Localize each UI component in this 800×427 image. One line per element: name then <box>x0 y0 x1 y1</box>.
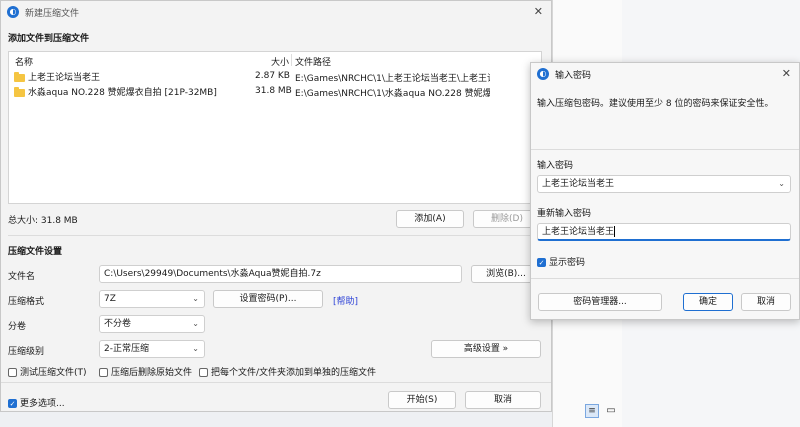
folder-icon <box>14 86 25 97</box>
option-test-archive[interactable]: 测试压缩文件(T) <box>8 365 87 378</box>
start-button[interactable]: 开始(S) <box>388 391 456 409</box>
password-description: 输入压缩包密码。建议使用至少 8 位的密码来保证安全性。 <box>537 99 774 109</box>
row-path: E:\Games\NRCHC\1\上老王论坛当老王\上老王论... <box>295 74 490 84</box>
show-password-toggle[interactable]: ✓ 显示密码 <box>537 255 585 268</box>
file-list[interactable]: 名称 大小 文件路径 上老王论坛当老王 2.87 KB E:\Games\NRC… <box>8 51 542 204</box>
reenter-password-field[interactable]: 上老王论坛当老王 <box>537 223 791 241</box>
chevron-down-icon: ⌄ <box>192 344 199 353</box>
format-label: 压缩格式 <box>8 297 45 307</box>
section-settings-title: 压缩文件设置 <box>8 247 63 257</box>
more-options-toggle[interactable]: ✓ 更多选项... <box>8 396 65 409</box>
option-separate-archives[interactable]: 把每个文件/文件夹添加到单独的压缩文件 <box>199 365 376 378</box>
divider <box>531 278 799 279</box>
divider <box>1 382 551 383</box>
filename-label: 文件名 <box>8 272 36 282</box>
row-size: 2.87 KB <box>255 71 290 81</box>
split-value: 不分卷 <box>104 319 132 329</box>
monitor-icon[interactable]: ▭ <box>604 404 618 418</box>
column-path[interactable]: 文件路径 <box>295 55 331 68</box>
option-delete-original[interactable]: 压缩后删除原始文件 <box>99 365 192 378</box>
level-label: 压缩级别 <box>8 347 45 357</box>
row-path: E:\Games\NRCHC\1\水淼aqua NO.228 赞妮爆衣自... <box>295 89 490 99</box>
cancel-button[interactable]: 取消 <box>465 391 541 409</box>
level-value: 2-正常压缩 <box>104 344 149 354</box>
list-view-icon[interactable]: ≡ <box>585 404 599 418</box>
password-dialog: ◐ 输入密码 ✕ 输入压缩包密码。建议使用至少 8 位的密码来保证安全性。 输入… <box>530 62 800 320</box>
chevron-down-icon[interactable]: ⌄ <box>778 176 785 192</box>
set-password-button[interactable]: 设置密码(P)... <box>213 290 323 308</box>
chevron-down-icon: ⌄ <box>192 294 199 303</box>
enter-password-value: 上老王论坛当老王 <box>542 179 615 189</box>
table-row[interactable]: 水淼aqua NO.228 赞妮爆衣自拍 [21P-32MB] 31.8 MB … <box>9 84 541 99</box>
format-value: 7Z <box>104 294 116 304</box>
checkbox[interactable] <box>199 368 208 377</box>
checkbox[interactable] <box>99 368 108 377</box>
reenter-password-label: 重新输入密码 <box>537 209 592 219</box>
split-select[interactable]: 不分卷 ⌄ <box>99 315 205 333</box>
password-cancel-button[interactable]: 取消 <box>741 293 791 311</box>
add-button[interactable]: 添加(A) <box>396 210 464 228</box>
close-icon[interactable]: ✕ <box>782 67 791 80</box>
help-link[interactable]: [帮助] <box>333 294 358 307</box>
filename-field[interactable]: C:\Users\29949\Documents\水淼Aqua赞妮自拍.7z <box>99 265 462 283</box>
enter-password-label: 输入密码 <box>537 161 574 171</box>
divider <box>531 149 799 150</box>
level-select[interactable]: 2-正常压缩 ⌄ <box>99 340 205 358</box>
check-icon[interactable]: ✓ <box>537 258 546 267</box>
password-title: 输入密码 <box>555 70 592 81</box>
divider <box>8 235 542 236</box>
ok-button[interactable]: 确定 <box>683 293 733 311</box>
app-logo-icon: ◐ <box>537 68 549 80</box>
titlebar: ◐ 新建压缩文件 ✕ <box>1 1 551 23</box>
section-add-title: 添加文件到压缩文件 <box>8 34 90 44</box>
folder-icon <box>14 71 25 82</box>
checkbox[interactable] <box>8 368 17 377</box>
check-icon[interactable]: ✓ <box>8 399 17 408</box>
advanced-settings-button[interactable]: 高级设置 » <box>431 340 541 358</box>
column-divider <box>291 54 292 66</box>
close-icon[interactable]: ✕ <box>534 5 543 18</box>
row-name: 上老王论坛当老王 <box>14 70 100 83</box>
format-select[interactable]: 7Z ⌄ <box>99 290 205 308</box>
window-title: 新建压缩文件 <box>25 8 80 19</box>
table-row[interactable]: 上老王论坛当老王 2.87 KB E:\Games\NRCHC\1\上老王论坛当… <box>9 69 541 84</box>
total-size: 总大小: 31.8 MB <box>8 216 78 226</box>
row-size: 31.8 MB <box>255 86 292 96</box>
split-label: 分卷 <box>8 322 27 332</box>
new-archive-dialog: ◐ 新建压缩文件 ✕ 添加文件到压缩文件 名称 大小 文件路径 上老王论坛当老王… <box>0 0 552 412</box>
column-name[interactable]: 名称 <box>15 55 33 68</box>
password-manager-button[interactable]: 密码管理器... <box>538 293 662 311</box>
enter-password-field[interactable]: 上老王论坛当老王 ⌄ <box>537 175 791 193</box>
chevron-down-icon: ⌄ <box>192 319 199 328</box>
app-logo-icon: ◐ <box>7 6 19 18</box>
row-name: 水淼aqua NO.228 赞妮爆衣自拍 [21P-32MB] <box>14 85 217 98</box>
column-size[interactable]: 大小 <box>271 55 289 68</box>
password-titlebar: ◐ 输入密码 ✕ <box>531 63 799 85</box>
